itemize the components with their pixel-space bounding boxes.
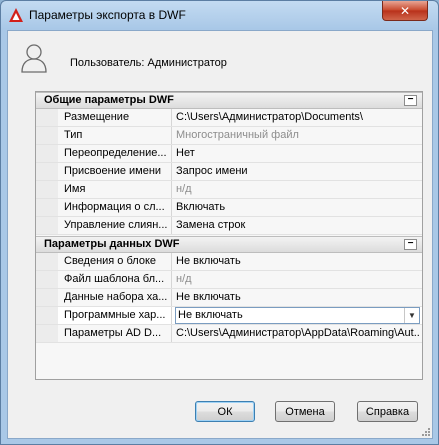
property-value[interactable]: Включать — [176, 201, 420, 213]
property-name: Управление слиян... — [64, 219, 168, 231]
cancel-button[interactable]: Отмена — [275, 401, 335, 422]
property-row-name[interactable]: Имя н/д — [36, 181, 422, 199]
title-bar[interactable]: Параметры экспорта в DWF ✕ — [1, 1, 438, 29]
resize-grip-icon[interactable] — [420, 426, 431, 437]
window-title: Параметры экспорта в DWF — [29, 8, 186, 22]
property-value[interactable]: Не включать — [176, 255, 420, 267]
property-name: Программные хар... — [64, 309, 166, 321]
property-row-block-info[interactable]: Сведения о блоке Не включать — [36, 253, 422, 271]
property-value[interactable]: Замена строк — [176, 219, 420, 231]
property-name: Имя — [64, 183, 86, 195]
close-button[interactable]: ✕ — [382, 1, 428, 21]
property-value[interactable]: Нет — [176, 147, 420, 159]
section-title: Общие параметры DWF — [44, 94, 174, 106]
property-row-type[interactable]: Тип Многостраничный файл — [36, 127, 422, 145]
property-name: Параметры AD D... — [64, 327, 162, 339]
user-label: Пользователь: Администратор — [70, 57, 227, 69]
property-name: Размещение — [64, 111, 130, 123]
property-grid: Общие параметры DWF − Размещение C:\User… — [35, 91, 423, 380]
property-row-location[interactable]: Размещение C:\Users\Администратор\Docume… — [36, 109, 422, 127]
user-silhouette-icon — [21, 44, 47, 73]
property-name: Тип — [64, 129, 83, 141]
select-value: Не включать — [178, 309, 243, 321]
property-row-property-set-data[interactable]: Данные набора ха... Не включать — [36, 289, 422, 307]
chevron-down-icon[interactable]: ▼ — [404, 308, 419, 323]
property-name: Присвоение имени — [64, 165, 162, 177]
property-name: Переопределение... — [64, 147, 167, 159]
property-value: н/д — [176, 273, 192, 285]
close-icon: ✕ — [399, 3, 411, 18]
property-value[interactable]: C:\Users\Администратор\AppData\Roaming\A… — [176, 327, 420, 339]
section-header-data[interactable]: Параметры данных DWF − — [36, 236, 422, 253]
property-row-override[interactable]: Переопределение... Нет — [36, 145, 422, 163]
property-value: Многостраничный файл — [176, 129, 299, 141]
dialog-window: Параметры экспорта в DWF ✕ Пользователь:… — [0, 0, 439, 445]
property-name: Данные набора ха... — [64, 291, 168, 303]
section-header-general[interactable]: Общие параметры DWF − — [36, 92, 422, 109]
collapse-icon[interactable]: − — [404, 95, 417, 106]
dialog-body: Пользователь: Администратор Общие параме… — [7, 30, 433, 439]
property-name: Файл шаблона бл... — [64, 273, 165, 285]
property-row-layer-info[interactable]: Информация о сл... Включать — [36, 199, 422, 217]
ok-button[interactable]: ОК — [195, 401, 255, 422]
property-value[interactable]: Не включать — [176, 291, 420, 303]
property-row-merge-control[interactable]: Управление слиян... Замена строк — [36, 217, 422, 235]
property-row-block-template[interactable]: Файл шаблона бл... н/д — [36, 271, 422, 289]
property-row-programmatic-props[interactable]: Программные хар... Не включать ▼ — [36, 307, 422, 325]
autocad-logo-icon — [9, 8, 23, 22]
programmatic-props-select[interactable]: Не включать ▼ — [175, 307, 420, 324]
section-title: Параметры данных DWF — [44, 238, 180, 250]
collapse-icon[interactable]: − — [404, 239, 417, 250]
property-row-ad-params[interactable]: Параметры AD D... C:\Users\Администратор… — [36, 325, 422, 343]
property-row-naming[interactable]: Присвоение имени Запрос имени — [36, 163, 422, 181]
property-value: н/д — [176, 183, 192, 195]
property-value[interactable]: C:\Users\Администратор\Documents\ — [176, 111, 420, 123]
help-button[interactable]: Справка — [357, 401, 418, 422]
property-name: Информация о сл... — [64, 201, 165, 213]
property-name: Сведения о блоке — [64, 255, 157, 267]
property-value[interactable]: Запрос имени — [176, 165, 420, 177]
